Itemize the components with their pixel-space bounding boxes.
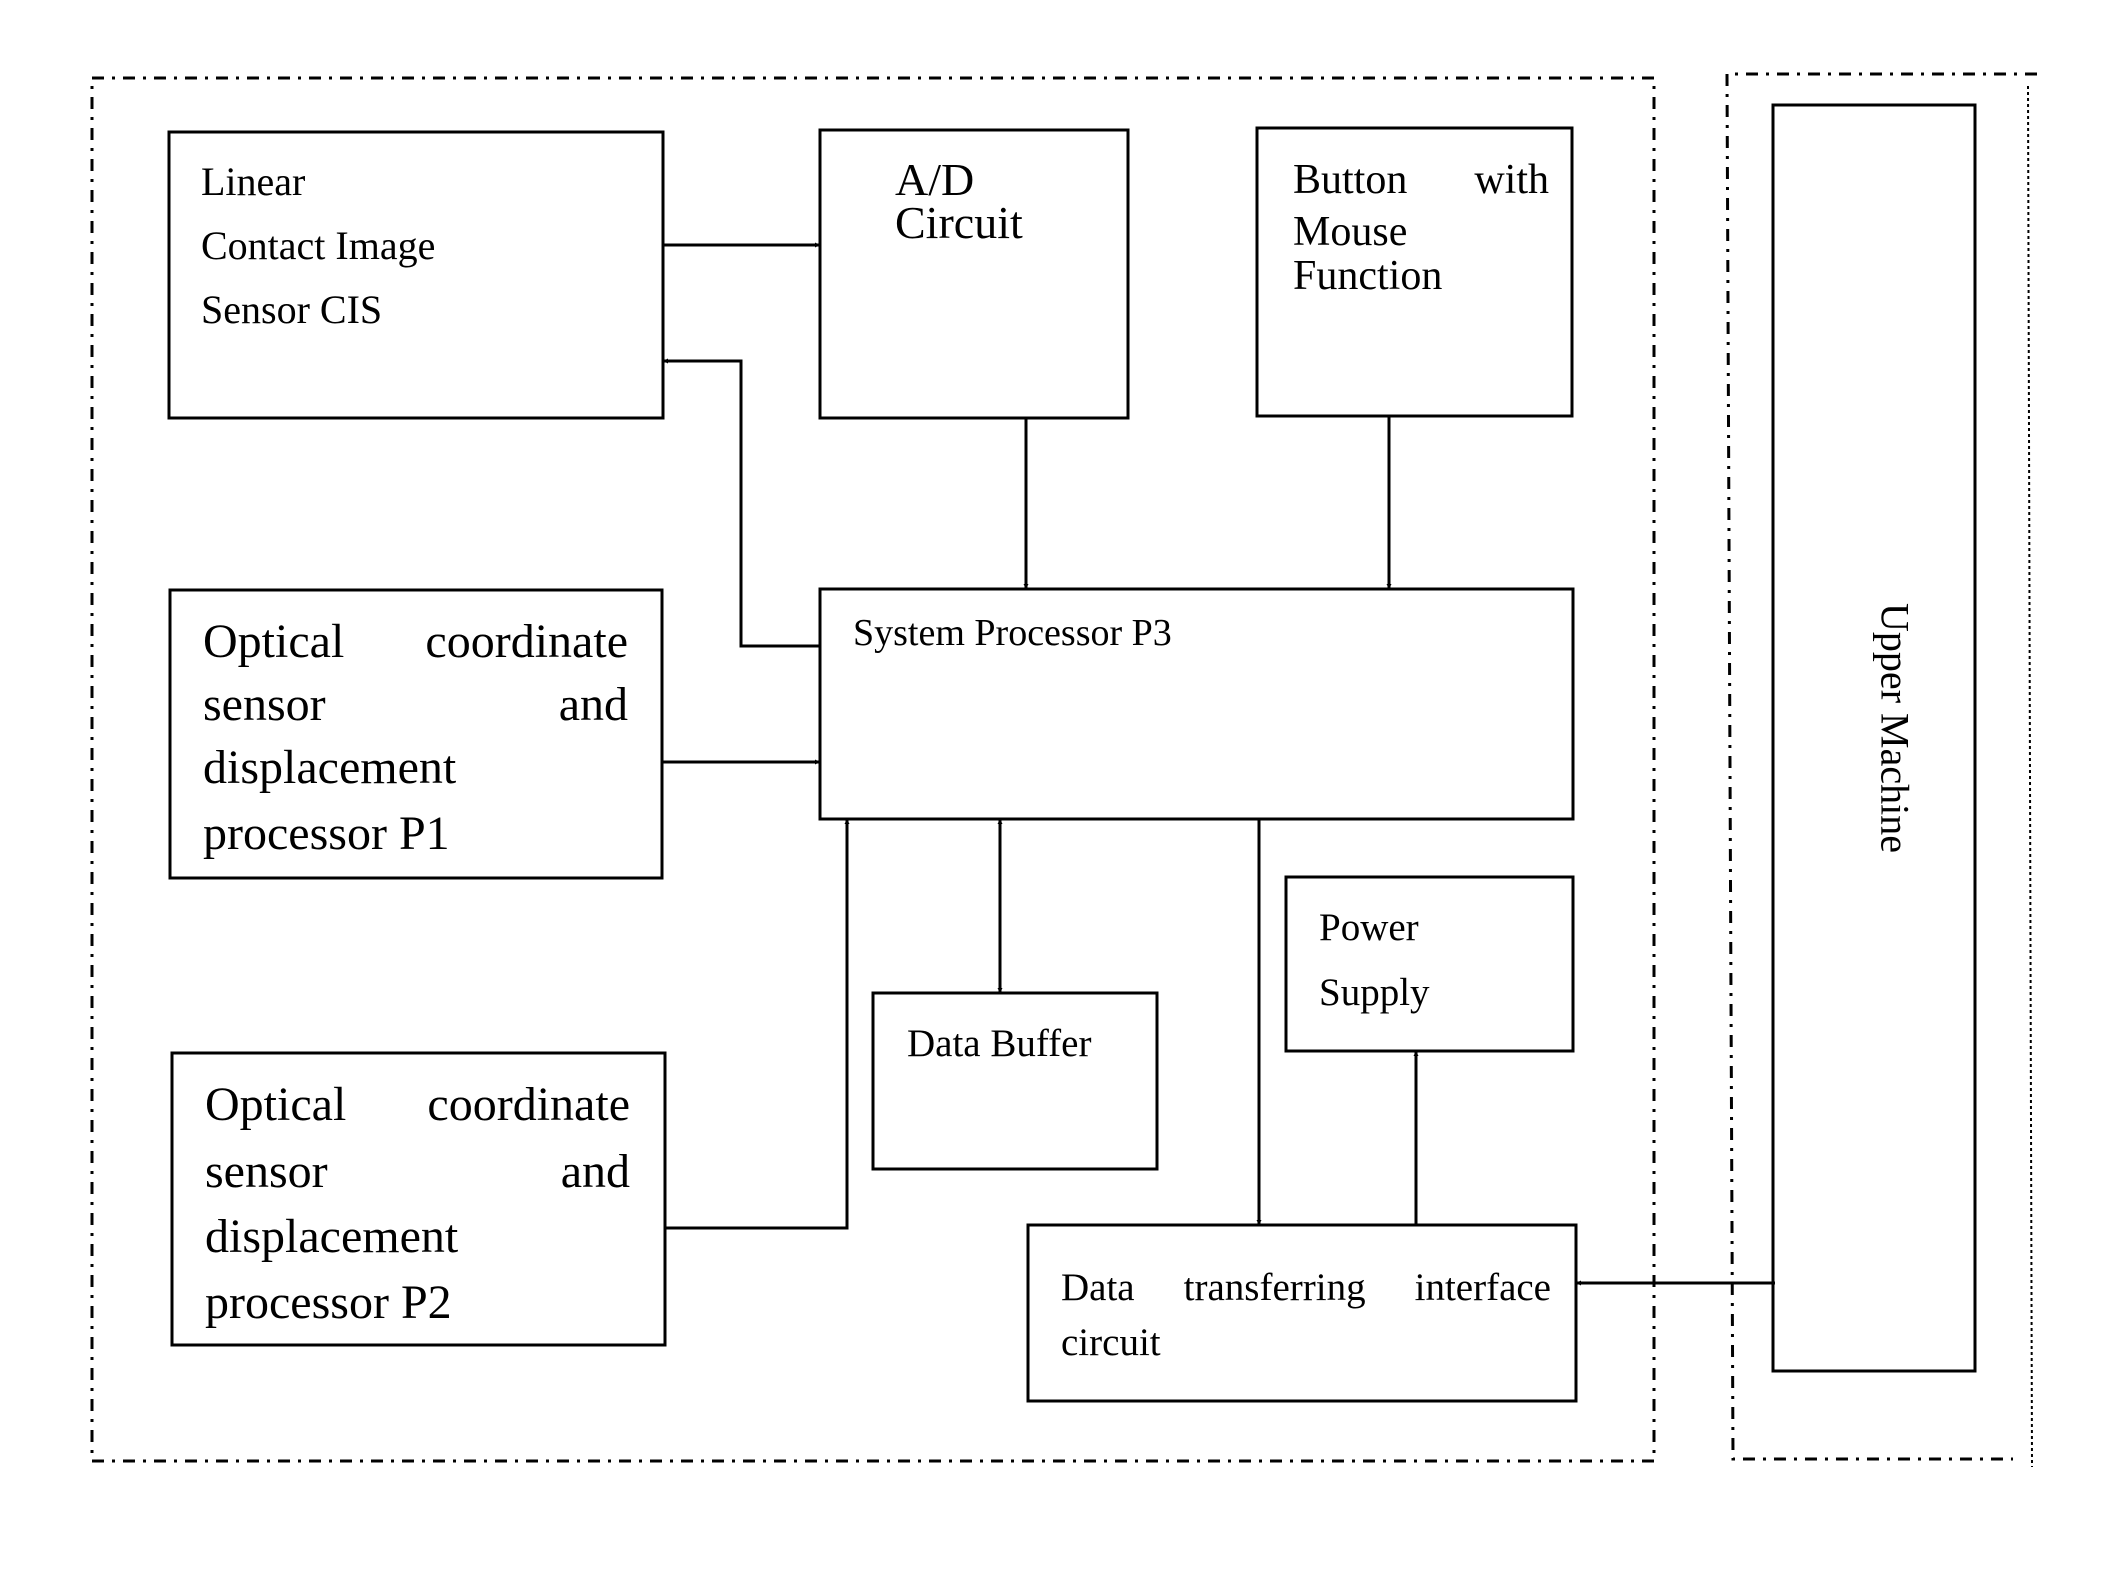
cis-label-line-3: Sensor CIS: [201, 287, 383, 332]
button-label-line-3: Function: [1293, 253, 1443, 299]
power-box: [1284, 875, 1575, 1053]
p2-label-line-3: displacement: [205, 1210, 459, 1263]
p2-word-and: and: [560, 1145, 630, 1198]
p1-label-line-3: displacement: [203, 741, 457, 794]
p1-label-line-4: processor P1: [203, 807, 450, 860]
dti-word-data: Data: [1061, 1266, 1135, 1309]
block-diagram: Linear Contact Image Sensor CIS A/D Circ…: [0, 0, 2112, 1571]
button-label-line-2: Mouse: [1293, 209, 1408, 255]
dti-label-line-2: circuit: [1061, 1321, 1161, 1364]
power-label-line-2: Supply: [1319, 971, 1430, 1014]
cis-label-line-2: Contact Image: [201, 223, 436, 268]
dti-word-interface: interface: [1414, 1266, 1551, 1309]
button-label-line-1: Button with: [1293, 156, 1549, 204]
p1-word-optical: Optical: [203, 615, 345, 668]
cis-label-line-1: Linear: [201, 159, 306, 204]
buffer-label: Data Buffer: [907, 1022, 1092, 1065]
dti-word-transferring: transferring: [1183, 1266, 1366, 1309]
p1-label-line-1: Optical coordinate: [203, 614, 628, 669]
p2-word-sensor: sensor: [205, 1145, 328, 1198]
p2-word-optical: Optical: [205, 1078, 347, 1131]
p2-label-line-1: Optical coordinate: [205, 1077, 630, 1132]
power-label-line-1: Power: [1319, 906, 1419, 949]
p1-word-coordinate: coordinate: [425, 615, 628, 668]
buffer-box: [871, 991, 1159, 1171]
p1-label-line-2: sensor and: [203, 677, 628, 732]
adc-label-line-2: Circuit: [895, 197, 1023, 248]
p1-word-sensor: sensor: [203, 678, 326, 731]
arrow-p3-to-cis: [663, 358, 820, 648]
dti-box: [1026, 1223, 1578, 1403]
p2-label-line-2: sensor and: [205, 1144, 630, 1199]
button-label-word-1: Button: [1293, 157, 1408, 203]
arrow-p2-to-p3: [665, 819, 850, 1230]
dti-label-line-1: Data transferring interface: [1061, 1265, 1551, 1310]
button-label-word-2: with: [1474, 157, 1549, 203]
p2-word-coordinate: coordinate: [427, 1078, 630, 1131]
upper-machine-label: Upper Machine: [1872, 603, 1918, 853]
host-boundary-right: [2027, 85, 2033, 1468]
p3-label: System Processor P3: [853, 612, 1172, 654]
p2-label-line-4: processor P2: [205, 1276, 452, 1329]
p1-word-and: and: [558, 678, 628, 731]
